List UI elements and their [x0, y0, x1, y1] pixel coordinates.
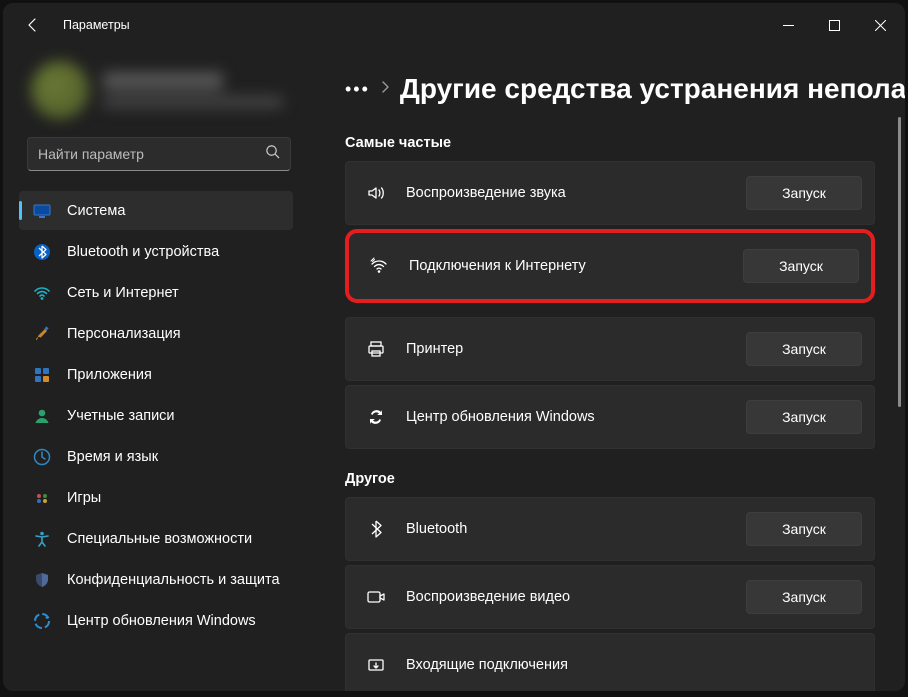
card-label: Центр обновления Windows	[406, 409, 728, 425]
speaker-icon	[364, 183, 388, 203]
sidebar-item-apps[interactable]: Приложения	[19, 355, 293, 394]
page-title: Другие средства устранения непола	[400, 73, 905, 105]
section-label: Самые частые	[345, 135, 905, 151]
card-label: Принтер	[406, 341, 728, 357]
titlebar: Параметры	[3, 3, 905, 47]
update-icon	[33, 612, 51, 630]
card-label: Bluetooth	[406, 521, 728, 537]
breadcrumb: ••• Другие средства устранения непола	[311, 47, 905, 113]
run-button[interactable]: Запуск	[746, 580, 862, 614]
sidebar: Система Bluetooth и устройства Сеть и Инте…	[3, 47, 311, 691]
account-icon	[33, 407, 51, 425]
sidebar-item-games[interactable]: Игры	[19, 478, 293, 517]
wifi2-icon	[367, 256, 391, 276]
breadcrumb-more-icon[interactable]: •••	[345, 79, 370, 100]
troubleshooter-card: Входящие подключения	[345, 633, 875, 691]
brush-icon	[33, 325, 51, 343]
sync-icon	[364, 407, 388, 427]
sidebar-item-accessibility[interactable]: Специальные возможности	[19, 519, 293, 558]
troubleshooter-card: Bluetooth Запуск	[345, 497, 875, 561]
sidebar-item-privacy[interactable]: Конфиденциальность и защита	[19, 560, 293, 599]
sidebar-item-account[interactable]: Учетные записи	[19, 396, 293, 435]
profile-name	[103, 72, 223, 90]
sidebar-item-timelang[interactable]: Время и язык	[19, 437, 293, 476]
troubleshooter-card: Воспроизведение звука Запуск	[345, 161, 875, 225]
scrollbar[interactable]	[898, 117, 901, 681]
card-label: Подключения к Интернету	[409, 258, 725, 274]
search-icon	[265, 144, 280, 164]
run-button[interactable]: Запуск	[746, 332, 862, 366]
apps-icon	[33, 366, 51, 384]
main-panel: ••• Другие средства устранения непола Са…	[311, 47, 905, 691]
run-button[interactable]: Запуск	[746, 512, 862, 546]
profile-email	[103, 96, 283, 108]
bluetooth-icon	[33, 243, 51, 261]
run-button[interactable]: Запуск	[746, 176, 862, 210]
sidebar-item-label: Персонализация	[67, 326, 181, 342]
wifi-icon	[33, 284, 51, 302]
sidebar-item-label: Bluetooth и устройства	[67, 244, 219, 260]
sidebar-item-label: Система	[67, 203, 125, 219]
profile-block[interactable]	[9, 47, 305, 137]
window-controls	[765, 10, 903, 40]
video-icon	[364, 587, 388, 607]
sidebar-item-label: Приложения	[67, 367, 152, 383]
avatar	[31, 61, 89, 119]
troubleshooter-card: Подключения к Интернету Запуск	[345, 229, 875, 303]
card-label: Воспроизведение звука	[406, 185, 728, 201]
system-icon	[33, 202, 51, 220]
sidebar-item-brush[interactable]: Персонализация	[19, 314, 293, 353]
maximize-button[interactable]	[811, 10, 857, 40]
back-button[interactable]	[17, 9, 49, 41]
sidebar-item-label: Время и язык	[67, 449, 158, 465]
minimize-button[interactable]	[765, 10, 811, 40]
privacy-icon	[33, 571, 51, 589]
games-icon	[33, 489, 51, 507]
sidebar-item-label: Специальные возможности	[67, 531, 252, 547]
chevron-right-icon	[380, 80, 390, 99]
troubleshooter-card: Принтер Запуск	[345, 317, 875, 381]
sidebar-item-update[interactable]: Центр обновления Windows	[19, 601, 293, 640]
sidebar-item-system[interactable]: Система	[19, 191, 293, 230]
nav-list[interactable]: Система Bluetooth и устройства Сеть и Инте…	[9, 189, 305, 691]
content: Система Bluetooth и устройства Сеть и Инте…	[3, 47, 905, 691]
run-button[interactable]: Запуск	[743, 249, 859, 283]
card-label: Входящие подключения	[406, 657, 862, 673]
section-label: Другое	[345, 471, 905, 487]
printer-icon	[364, 339, 388, 359]
troubleshooter-card: Воспроизведение видео Запуск	[345, 565, 875, 629]
sidebar-item-wifi[interactable]: Сеть и Интернет	[19, 273, 293, 312]
search-input[interactable]	[38, 146, 265, 162]
scrollbar-thumb[interactable]	[898, 117, 901, 407]
timelang-icon	[33, 448, 51, 466]
card-label: Воспроизведение видео	[406, 589, 728, 605]
settings-window: Параметры	[3, 3, 905, 691]
sidebar-item-label: Конфиденциальность и защита	[67, 572, 280, 588]
run-button[interactable]: Запуск	[746, 400, 862, 434]
bt-icon	[364, 519, 388, 539]
sidebar-item-label: Учетные записи	[67, 408, 175, 424]
incoming-icon	[364, 655, 388, 675]
troubleshooter-card: Центр обновления Windows Запуск	[345, 385, 875, 449]
search-box[interactable]	[27, 137, 291, 171]
sidebar-item-label: Игры	[67, 490, 101, 506]
accessibility-icon	[33, 530, 51, 548]
sidebar-item-label: Сеть и Интернет	[67, 285, 179, 301]
sidebar-item-label: Центр обновления Windows	[67, 613, 256, 629]
close-button[interactable]	[857, 10, 903, 40]
window-title: Параметры	[63, 18, 130, 32]
sidebar-item-bluetooth[interactable]: Bluetooth и устройства	[19, 232, 293, 271]
